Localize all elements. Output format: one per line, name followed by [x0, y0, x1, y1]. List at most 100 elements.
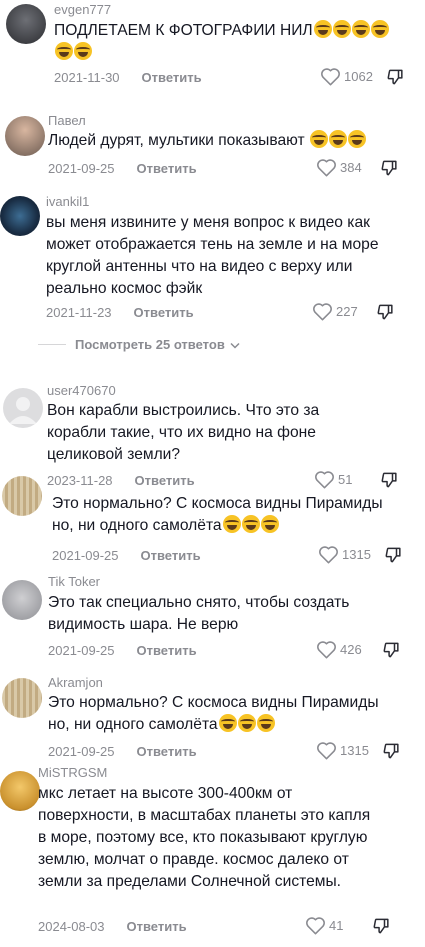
like-button[interactable]: 384: [316, 158, 362, 177]
comment-date: 2021-11-30: [54, 70, 120, 85]
laughing-emoji-icon: [351, 20, 370, 38]
comment-text: мкс летает на высоте 300-400км от поверх…: [38, 785, 371, 890]
comment-text: вы меня извините у меня вопрос к видео к…: [46, 214, 379, 297]
heart-icon: [317, 742, 336, 760]
dislike-icon: [381, 472, 397, 488]
laughing-emoji-icon: [260, 515, 279, 533]
reply-button[interactable]: Ответить: [134, 305, 194, 320]
reply-button[interactable]: Ответить: [137, 161, 197, 176]
laughing-emoji-icon: [222, 515, 241, 533]
like-button[interactable]: 1062: [320, 67, 373, 86]
reply-button[interactable]: Ответить: [137, 643, 197, 658]
laughing-emoji-icon: [328, 130, 347, 148]
dislike-icon: [385, 547, 401, 563]
comment-date: 2024-08-03: [38, 919, 105, 934]
laughing-emoji-icon: [313, 20, 332, 38]
avatar[interactable]: [5, 116, 45, 156]
reply-button[interactable]: Ответить: [135, 473, 195, 488]
comment-username[interactable]: Павел: [48, 113, 86, 128]
comment-date: 2021-09-25: [52, 548, 119, 563]
comment-text: Вон карабли выстроились. Что это за кора…: [47, 402, 320, 463]
comment-username[interactable]: MiSTRGSM: [38, 765, 107, 780]
laughing-emoji-icon: [74, 42, 92, 60]
dislike-button[interactable]: [380, 158, 400, 183]
reply-button[interactable]: Ответить: [142, 70, 202, 85]
like-button[interactable]: 41: [305, 916, 343, 935]
reply-button[interactable]: Ответить: [127, 919, 187, 934]
laughing-emoji-icon: [309, 130, 328, 148]
comment-username[interactable]: ivankil1: [46, 194, 89, 209]
dislike-icon: [377, 304, 393, 320]
heart-icon: [315, 471, 334, 489]
divider: [38, 344, 66, 345]
view-replies-button[interactable]: Посмотреть 25 ответов: [75, 337, 240, 352]
reply-button[interactable]: Ответить: [141, 548, 201, 563]
like-count: 426: [340, 642, 362, 657]
avatar[interactable]: [2, 476, 42, 516]
dislike-button[interactable]: [382, 741, 402, 766]
like-button[interactable]: 227: [312, 302, 358, 321]
dislike-button[interactable]: [380, 470, 400, 495]
comment-meta: 2021-11-23 Ответить: [46, 305, 194, 320]
comment-username[interactable]: Akramjon: [48, 675, 103, 690]
like-count: 1315: [342, 547, 371, 562]
comment-username[interactable]: evgen777: [54, 2, 111, 17]
comment-date: 2021-11-23: [46, 305, 112, 320]
comment-date: 2021-09-25: [48, 161, 115, 176]
default-avatar-icon: [9, 397, 37, 424]
like-count: 227: [336, 304, 358, 319]
laughing-emoji-icon: [256, 714, 275, 732]
comment-text: Это так специально снято, чтобы создать …: [48, 594, 350, 633]
dislike-button[interactable]: [386, 67, 406, 92]
laughing-emoji-icon: [347, 130, 366, 148]
comment-meta: 2021-09-25 Ответить: [48, 643, 197, 658]
comment-date: 2021-09-25: [48, 744, 115, 759]
heart-icon: [319, 546, 338, 564]
heart-icon: [317, 641, 336, 659]
comment-meta: 2021-09-25 Ответить: [48, 161, 197, 176]
dislike-button[interactable]: [382, 640, 402, 665]
comment-meta: 2021-09-25 Ответить: [52, 548, 201, 563]
dislike-icon: [383, 642, 399, 658]
avatar[interactable]: [6, 4, 46, 44]
avatar[interactable]: [0, 771, 40, 811]
comment-text: Это нормально? С космоса видны Пирамиды …: [52, 495, 383, 534]
heart-icon: [313, 303, 332, 321]
heart-icon: [317, 159, 336, 177]
like-button[interactable]: 1315: [318, 545, 371, 564]
comment-meta: 2023-11-28 Ответить: [47, 473, 195, 488]
avatar[interactable]: [0, 196, 40, 236]
like-button[interactable]: 51: [314, 470, 352, 489]
like-count: 1315: [340, 743, 369, 758]
reply-button[interactable]: Ответить: [137, 744, 197, 759]
like-count: 51: [338, 472, 353, 487]
comment-username[interactable]: Tik Toker: [48, 574, 100, 589]
comment-meta: 2021-09-25 Ответить: [48, 744, 197, 759]
heart-icon: [321, 68, 340, 86]
comment-date: 2023-11-28: [47, 473, 113, 488]
laughing-emoji-icon: [370, 20, 389, 38]
laughing-emoji-icon: [332, 20, 351, 38]
dislike-icon: [373, 918, 389, 934]
comment-meta: 2021-11-30 Ответить: [54, 70, 202, 85]
dislike-icon: [383, 743, 399, 759]
comment-text: ПОДЛЕТАЕМ К ФОТОГРАФИИ НИЛ: [54, 20, 414, 64]
avatar[interactable]: [2, 678, 42, 718]
laughing-emoji-icon: [237, 714, 256, 732]
dislike-button[interactable]: [384, 545, 404, 570]
chevron-down-icon: [230, 342, 240, 349]
laughing-emoji-icon: [218, 714, 237, 732]
comment-text: Это нормально? С космоса видны Пирамиды …: [48, 694, 379, 733]
laughing-emoji-icon: [55, 42, 73, 60]
avatar[interactable]: [2, 580, 42, 620]
avatar[interactable]: [3, 388, 43, 428]
comment-date: 2021-09-25: [48, 643, 115, 658]
dislike-button[interactable]: [372, 916, 392, 941]
laughing-emoji-icon: [241, 515, 260, 533]
dislike-button[interactable]: [376, 302, 396, 327]
comment-username[interactable]: user470670: [47, 383, 116, 398]
dislike-icon: [381, 160, 397, 176]
like-count: 41: [329, 918, 344, 933]
like-button[interactable]: 426: [316, 640, 362, 659]
like-button[interactable]: 1315: [316, 741, 369, 760]
